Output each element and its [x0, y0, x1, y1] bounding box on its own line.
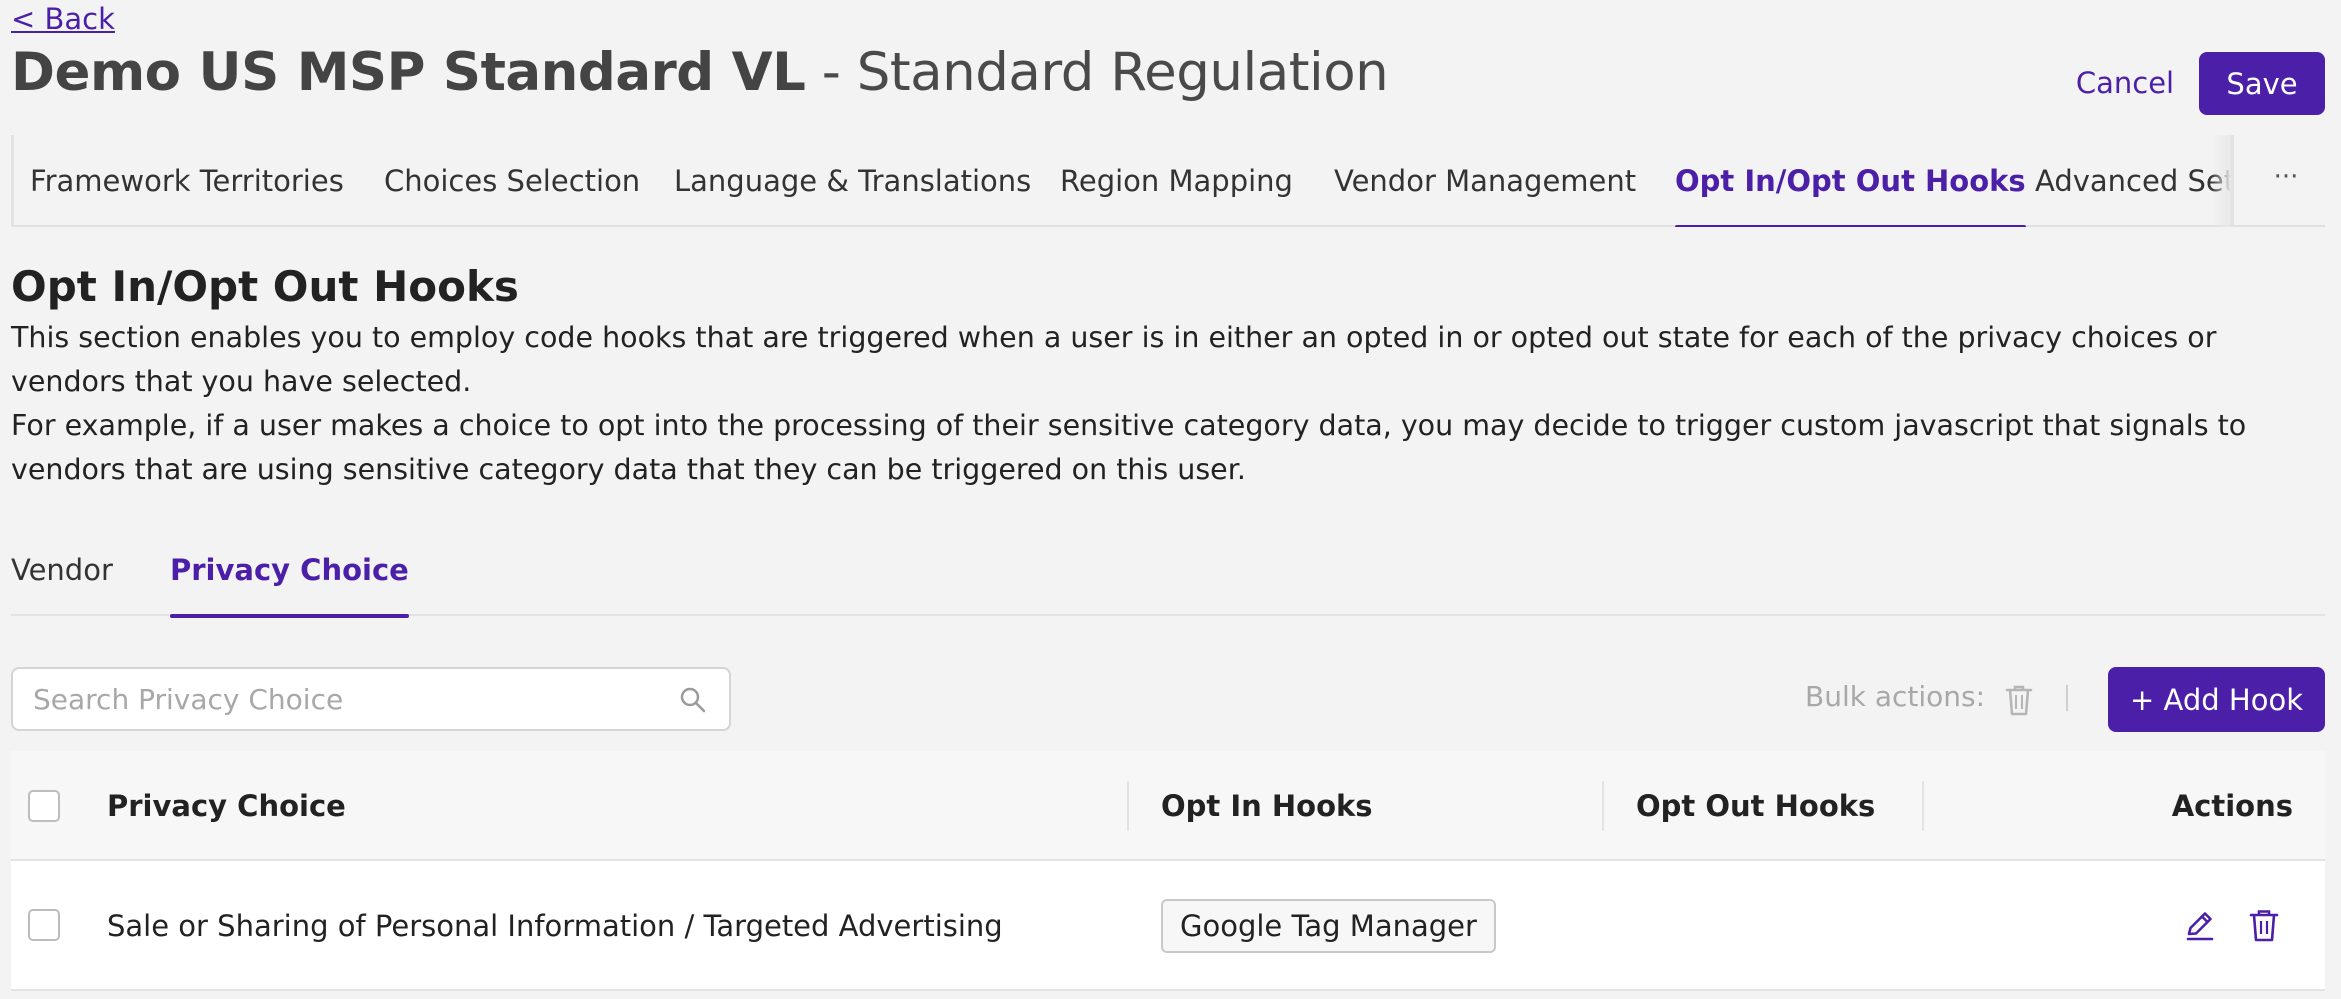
tabs-divider — [2231, 135, 2234, 227]
bulk-delete-trash-icon[interactable] — [2003, 683, 2035, 717]
subtab-privacy-choice[interactable]: Privacy Choice — [170, 540, 409, 618]
row-checkbox[interactable] — [28, 909, 60, 941]
bulk-actions-divider — [2066, 685, 2068, 711]
page-title-regulation: - Standard Regulation — [805, 42, 1389, 103]
column-header-actions: Actions — [2171, 789, 2293, 823]
tab-opt-in-opt-out-hooks[interactable]: Opt In/Opt Out Hooks — [1675, 135, 2026, 227]
bulk-actions-label: Bulk actions: — [1805, 680, 1986, 713]
table-row: Sale or Sharing of Personal Information … — [11, 861, 2325, 991]
column-separator — [1922, 781, 1924, 831]
tab-region-mapping[interactable]: Region Mapping — [1060, 135, 1293, 227]
page-title: Demo US MSP Standard VL - Standard Regul… — [11, 42, 1389, 103]
add-hook-button[interactable]: + Add Hook — [2108, 667, 2325, 732]
tab-advanced-settings[interactable]: Advanced Settings — [2035, 135, 2231, 227]
cancel-button[interactable]: Cancel — [2070, 58, 2180, 108]
search-icon[interactable] — [679, 686, 707, 714]
search-box — [11, 667, 731, 731]
column-separator — [1127, 781, 1129, 831]
edit-pencil-icon[interactable] — [2182, 907, 2218, 943]
hook-type-tabs: Vendor Privacy Choice — [11, 540, 2325, 618]
tab-choices-selection[interactable]: Choices Selection — [384, 135, 640, 227]
delete-trash-icon[interactable] — [2246, 907, 2282, 943]
column-header-privacy-choice[interactable]: Privacy Choice — [107, 751, 346, 861]
table-header: Privacy Choice Opt In Hooks Opt Out Hook… — [11, 751, 2325, 861]
settings-tabs: Framework Territories Choices Selection … — [11, 135, 2325, 227]
opt-in-hook-chip[interactable]: Google Tag Manager — [1161, 899, 1496, 953]
back-link[interactable]: < Back — [11, 2, 115, 36]
subtab-vendor[interactable]: Vendor — [11, 540, 113, 616]
privacy-choice-cell: Sale or Sharing of Personal Information … — [107, 909, 1003, 943]
search-input[interactable] — [33, 669, 653, 729]
tab-vendor-management[interactable]: Vendor Management — [1334, 135, 1636, 227]
column-header-opt-out-hooks[interactable]: Opt Out Hooks — [1636, 751, 1875, 861]
tabs-fade — [2211, 135, 2231, 227]
column-separator — [1602, 781, 1604, 831]
select-all-checkbox[interactable] — [28, 790, 60, 822]
tab-language-translations[interactable]: Language & Translations — [674, 135, 1031, 227]
section-title: Opt In/Opt Out Hooks — [11, 262, 519, 311]
page-title-name: Demo US MSP Standard VL — [11, 42, 806, 103]
section-description-line-2: For example, if a user makes a choice to… — [11, 409, 2247, 486]
hooks-table: Privacy Choice Opt In Hooks Opt Out Hook… — [11, 751, 2325, 991]
more-tabs-icon[interactable]: ··· — [2261, 157, 2311, 197]
section-description: This section enables you to employ code … — [11, 316, 2331, 492]
save-button[interactable]: Save — [2199, 52, 2325, 115]
tab-framework-territories[interactable]: Framework Territories — [30, 135, 344, 227]
section-description-line-1: This section enables you to employ code … — [11, 321, 2217, 398]
tabs-scroll-area[interactable]: Framework Territories Choices Selection … — [11, 135, 2231, 227]
column-header-opt-in-hooks[interactable]: Opt In Hooks — [1161, 751, 1373, 861]
